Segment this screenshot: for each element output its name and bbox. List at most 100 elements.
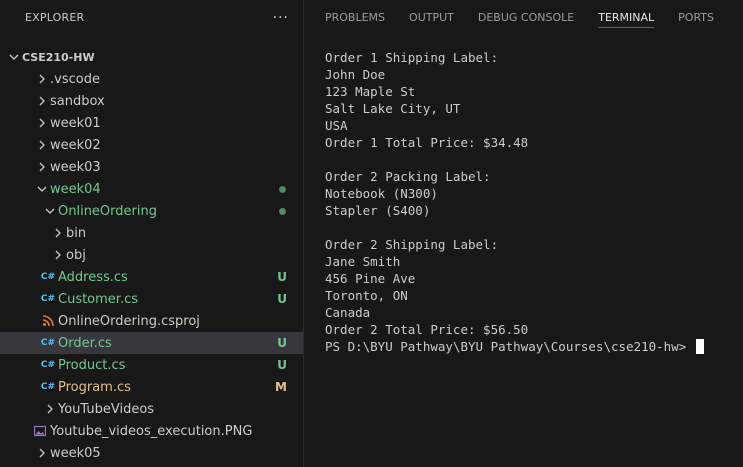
workspace-root-label: CSE210-HW <box>22 50 95 64</box>
csharp-file-icon: C# <box>40 360 56 370</box>
terminal-line: Canada <box>325 305 371 320</box>
chevron-right-icon <box>50 225 66 241</box>
file-address-cs[interactable]: C# Address.cs U <box>0 266 303 288</box>
folder-week01[interactable]: week01 <box>0 112 303 134</box>
tree-item-label: Customer.cs <box>58 291 139 307</box>
terminal-line: Toronto, ON <box>325 288 408 303</box>
explorer-header: EXPLORER ··· <box>0 0 303 35</box>
file-onlineordering-csproj[interactable]: OnlineOrdering.csproj <box>0 310 303 332</box>
tree-item-label: Order.cs <box>58 335 112 351</box>
tree-item-label: Address.cs <box>58 269 128 285</box>
tree-item-label: Youtube_videos_execution.PNG <box>50 423 253 439</box>
chevron-right-icon <box>34 159 50 175</box>
terminal-cursor <box>695 339 704 354</box>
file-order-cs[interactable]: C# Order.cs U <box>0 332 303 354</box>
file-product-cs[interactable]: C# Product.cs U <box>0 354 303 376</box>
tab-terminal[interactable]: TERMINAL <box>598 0 655 35</box>
file-program-cs[interactable]: C# Program.cs M <box>0 376 303 398</box>
tab-debug-console[interactable]: DEBUG CONSOLE <box>478 0 574 35</box>
explorer-title: EXPLORER <box>25 11 85 24</box>
rss-file-icon <box>40 313 56 329</box>
tab-ports[interactable]: PORTS <box>678 0 714 35</box>
csharp-file-icon: C# <box>40 272 56 282</box>
terminal-prompt-line: PS D:\BYU Pathway\BYU Pathway\Courses\cs… <box>325 338 743 355</box>
tree-item-label: Product.cs <box>58 357 126 373</box>
image-file-icon <box>32 423 48 439</box>
chevron-right-icon <box>34 71 50 87</box>
csharp-file-icon: C# <box>40 338 56 348</box>
git-status-dot <box>279 185 286 193</box>
folder-week02[interactable]: week02 <box>0 134 303 156</box>
terminal-line: Order 2 Shipping Label: <box>325 237 499 252</box>
terminal-line: USA <box>325 118 348 133</box>
tree-item-label: week02 <box>50 137 101 153</box>
git-status-badge: U <box>277 292 287 306</box>
tree-item-label: obj <box>66 247 86 263</box>
csharp-file-icon: C# <box>40 382 56 392</box>
folder-sandbox[interactable]: sandbox <box>0 90 303 112</box>
git-status-badge: U <box>277 336 287 350</box>
folder-week04[interactable]: week04 <box>0 178 303 200</box>
chevron-right-icon <box>42 401 58 417</box>
folder-week05[interactable]: week05 <box>0 442 303 464</box>
terminal-line: Stapler (S400) <box>325 203 431 218</box>
tree-item-label: week05 <box>50 445 101 461</box>
folder-obj[interactable]: obj <box>0 244 303 266</box>
folder--vscode[interactable]: .vscode <box>0 68 303 90</box>
terminal-line: 456 Pine Ave <box>325 271 416 286</box>
tree-item-label: YouTubeVideos <box>58 401 155 417</box>
tab-label: DEBUG CONSOLE <box>477 10 575 24</box>
tab-output[interactable]: OUTPUT <box>409 0 454 35</box>
tab-problems[interactable]: PROBLEMS <box>325 0 385 35</box>
tab-label: PROBLEMS <box>325 10 386 24</box>
git-status-badge: M <box>275 380 287 394</box>
terminal-line: Salt Lake City, UT <box>325 101 461 116</box>
folder-youtubevideos[interactable]: YouTubeVideos <box>0 398 303 420</box>
tab-label: PORTS <box>678 10 714 24</box>
terminal-line: Order 1 Shipping Label: <box>325 50 499 65</box>
tree-item-label: sandbox <box>50 93 105 109</box>
chevron-right-icon <box>34 137 50 153</box>
panel-tabs: PROBLEMS OUTPUT DEBUG CONSOLE TERMINAL PORTS <box>305 0 743 35</box>
chevron-down-icon <box>34 181 50 197</box>
tree-item-label: .vscode <box>50 71 100 87</box>
csharp-file-icon: C# <box>40 294 56 304</box>
more-actions-icon[interactable]: ··· <box>273 10 289 26</box>
tree-item-label: OnlineOrdering <box>58 203 157 219</box>
terminal-line: Jane Smith <box>325 254 401 269</box>
terminal-line: Order 2 Total Price: $56.50 <box>325 322 529 337</box>
chevron-right-icon <box>34 93 50 109</box>
git-status-badge: U <box>277 358 287 372</box>
terminal-line: Order 2 Packing Label: <box>325 169 491 184</box>
tree-item-label: week01 <box>50 115 101 131</box>
chevron-down-icon <box>6 49 22 65</box>
folder-week03[interactable]: week03 <box>0 156 303 178</box>
tree-item-label: Program.cs <box>58 379 131 395</box>
terminal-prompt: PS D:\BYU Pathway\BYU Pathway\Courses\cs… <box>325 339 694 354</box>
explorer-sidebar: EXPLORER ··· CSE210-HW .vscode sandbox wee… <box>0 0 304 467</box>
folder-onlineordering[interactable]: OnlineOrdering <box>0 200 303 222</box>
bottom-panel: PROBLEMS OUTPUT DEBUG CONSOLE TERMINAL PORTS… <box>305 0 743 467</box>
chevron-right-icon <box>34 115 50 131</box>
tree-item-label: week03 <box>50 159 101 175</box>
git-status-dot <box>279 207 286 215</box>
tab-label: OUTPUT <box>409 10 454 24</box>
folder-bin[interactable]: bin <box>0 222 303 244</box>
terminal-line: 123 Maple St <box>325 84 416 99</box>
file-customer-cs[interactable]: C# Customer.cs U <box>0 288 303 310</box>
file-youtube-videos-execution-png[interactable]: Youtube_videos_execution.PNG <box>0 420 303 442</box>
terminal-line: Order 1 Total Price: $34.48 <box>325 135 529 150</box>
file-tree: .vscode sandbox week01 week02 week03 week04 On… <box>0 68 303 464</box>
terminal-line: John Doe <box>325 67 386 82</box>
chevron-down-icon <box>42 203 58 219</box>
tree-item-label: bin <box>66 225 87 241</box>
workspace-root[interactable]: CSE210-HW <box>0 46 303 68</box>
tree-item-label: OnlineOrdering.csproj <box>58 313 200 329</box>
terminal-output[interactable]: Order 1 Shipping Label: John Doe 123 Maple… <box>325 49 743 355</box>
terminal-line: Notebook (N300) <box>325 186 438 201</box>
tab-label: TERMINAL <box>598 11 655 28</box>
chevron-right-icon <box>34 445 50 461</box>
tree-item-label: week04 <box>50 181 101 197</box>
